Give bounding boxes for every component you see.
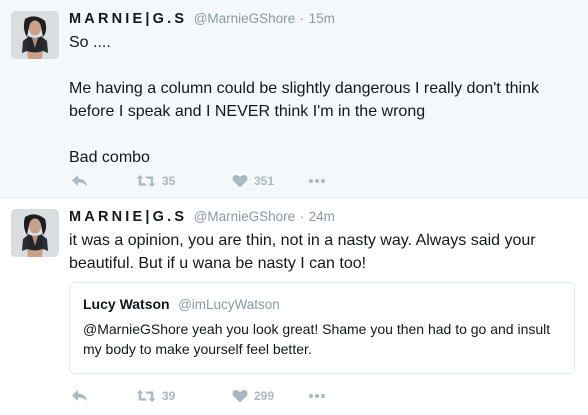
tweet-text: So .... Me having a column could be slig… (69, 34, 539, 166)
reply-button[interactable] (71, 386, 89, 406)
more-button[interactable] (308, 386, 326, 406)
quoted-display-name[interactable]: Lucy Watson (83, 296, 170, 312)
tweet-header: MARNIE|G.S @MarnieGShore · 15m (69, 10, 335, 30)
like-button[interactable]: 351 (232, 171, 274, 191)
quoted-user-handle[interactable]: @imLucyWatson (178, 297, 280, 312)
like-count: 299 (254, 389, 275, 403)
avatar-image (11, 209, 59, 257)
avatar[interactable] (11, 209, 59, 257)
retweet-icon (136, 390, 156, 402)
like-button[interactable]: 299 (232, 386, 274, 406)
quoted-tweet[interactable]: Lucy Watson @imLucyWatson @MarnieGShore … (69, 282, 575, 374)
heart-icon (232, 174, 248, 188)
reply-icon (72, 175, 87, 186)
retweet-button[interactable]: 35 (136, 171, 175, 191)
timestamp[interactable]: 15m (309, 11, 335, 26)
retweet-button[interactable]: 39 (136, 386, 175, 406)
tweet-header: MARNIE|G.S @MarnieGShore · 24m (69, 208, 335, 228)
display-name[interactable]: MARNIE|G.S (69, 11, 187, 27)
like-count: 351 (254, 174, 275, 188)
quoted-tweet-header: Lucy Watson @imLucyWatson (83, 296, 280, 314)
quoted-tweet-text: @MarnieGShore yeah you look great! Shame… (83, 321, 551, 357)
retweet-count: 39 (162, 389, 176, 403)
timestamp[interactable]: 24m (309, 209, 335, 224)
reply-icon (72, 390, 87, 401)
avatar-image (11, 11, 59, 59)
more-dots-icon (309, 179, 325, 183)
user-handle[interactable]: @MarnieGShore (194, 11, 296, 26)
avatar[interactable] (11, 11, 59, 59)
display-name[interactable]: MARNIE|G.S (69, 209, 187, 225)
tweet[interactable]: MARNIE|G.S @MarnieGShore · 24m it was a … (0, 198, 588, 415)
separator-dot: · (299, 209, 305, 224)
more-dots-icon (309, 394, 325, 398)
more-button[interactable] (308, 171, 326, 191)
retweet-count: 35 (162, 174, 176, 188)
retweet-icon (136, 175, 156, 187)
heart-icon (232, 389, 248, 403)
tweet[interactable]: MARNIE|G.S @MarnieGShore · 15m So .... M… (0, 0, 588, 198)
separator-dot: · (299, 11, 305, 26)
reply-button[interactable] (71, 171, 89, 191)
user-handle[interactable]: @MarnieGShore (194, 209, 296, 224)
tweet-text: it was a opinion, you are thin, not in a… (69, 232, 541, 272)
